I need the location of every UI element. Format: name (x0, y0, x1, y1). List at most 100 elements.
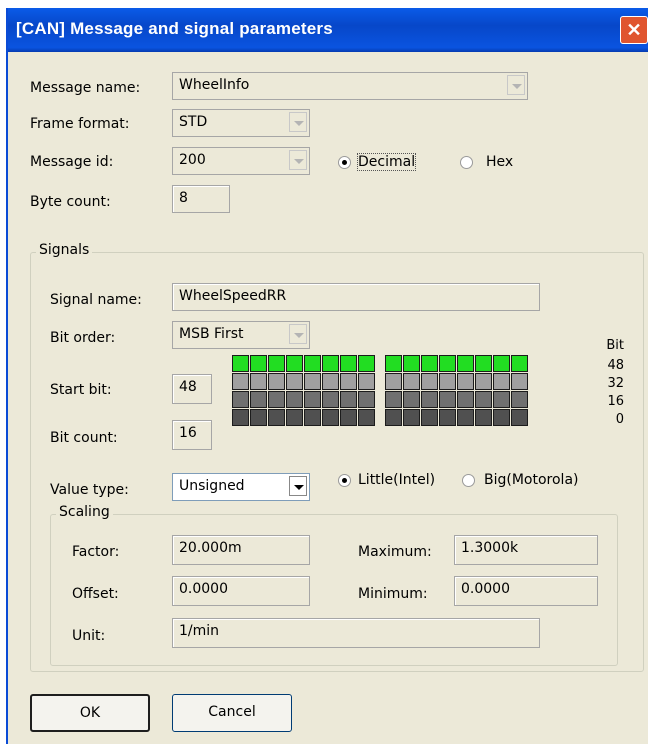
bit-cell[interactable] (493, 373, 510, 390)
bit-cell[interactable] (322, 409, 339, 426)
bit-cell-active[interactable] (475, 355, 492, 372)
unit-field[interactable]: 1/min (172, 618, 540, 648)
start-bit-field[interactable]: 48 (172, 374, 212, 404)
chevron-down-icon[interactable] (289, 476, 307, 496)
bit-cell-active[interactable] (286, 355, 303, 372)
bit-cell[interactable] (304, 391, 321, 408)
bit-cell-active[interactable] (322, 355, 339, 372)
bit-cell[interactable] (475, 409, 492, 426)
bit-cell[interactable] (304, 373, 321, 390)
bit-cell[interactable] (493, 391, 510, 408)
bit-cell[interactable] (511, 391, 528, 408)
ok-button[interactable]: OK (30, 694, 150, 732)
big-endian-label[interactable]: Big(Motorola) (484, 472, 579, 488)
bit-cell-active[interactable] (511, 355, 528, 372)
close-icon[interactable]: ✕ (620, 16, 648, 44)
bit-cell-active[interactable] (493, 355, 510, 372)
bit-cell[interactable] (304, 409, 321, 426)
bit-count-field[interactable]: 16 (172, 420, 212, 450)
offset-field[interactable]: 0.0000 (172, 576, 310, 606)
bit-cell[interactable] (340, 373, 357, 390)
bit-cell-active[interactable] (457, 355, 474, 372)
decimal-radio[interactable] (338, 156, 351, 169)
little-endian-label[interactable]: Little(Intel) (358, 472, 435, 488)
bit-cell-active[interactable] (250, 355, 267, 372)
bit-cell[interactable] (457, 391, 474, 408)
bit-cell[interactable] (322, 391, 339, 408)
maximum-field[interactable]: 1.3000k (454, 535, 598, 565)
bit-cell[interactable] (421, 391, 438, 408)
little-endian-radio[interactable] (338, 474, 351, 487)
bit-cell[interactable] (358, 409, 375, 426)
bit-cell[interactable] (457, 373, 474, 390)
message-id-combo[interactable]: 200 (172, 147, 310, 175)
bit-cell[interactable] (421, 409, 438, 426)
bit-cell[interactable] (268, 391, 285, 408)
bit-cell-active[interactable] (385, 355, 402, 372)
bit-cell[interactable] (493, 409, 510, 426)
bit-cell-active[interactable] (268, 355, 285, 372)
bit-order-value: MSB First (179, 326, 244, 342)
bit-cell-active[interactable] (340, 355, 357, 372)
bit-cell[interactable] (403, 409, 420, 426)
signal-name-field[interactable]: WheelSpeedRR (172, 283, 540, 311)
factor-field[interactable]: 20.000m (172, 535, 310, 565)
bit-cell[interactable] (250, 409, 267, 426)
decimal-label[interactable]: Decimal (356, 153, 417, 171)
minimum-field[interactable]: 0.0000 (454, 576, 598, 606)
chevron-down-icon[interactable] (289, 112, 307, 132)
bit-cell[interactable] (340, 391, 357, 408)
bit-cell[interactable] (286, 409, 303, 426)
bit-row (232, 391, 529, 408)
bit-order-combo[interactable]: MSB First (172, 321, 310, 349)
maximum-label: Maximum: (358, 544, 432, 560)
bit-cell[interactable] (322, 373, 339, 390)
bit-cell-active[interactable] (421, 355, 438, 372)
title-bar[interactable]: [CAN] Message and signal parameters ✕ (8, 8, 648, 52)
chevron-down-icon[interactable] (289, 324, 307, 344)
frame-format-combo[interactable]: STD (172, 109, 310, 137)
bit-cell[interactable] (250, 373, 267, 390)
bit-cell[interactable] (385, 409, 402, 426)
bit-cell-active[interactable] (232, 355, 249, 372)
bit-cell[interactable] (403, 373, 420, 390)
bit-cell[interactable] (232, 373, 249, 390)
bit-cell[interactable] (286, 391, 303, 408)
bit-cell-active[interactable] (358, 355, 375, 372)
bit-cell[interactable] (358, 373, 375, 390)
bit-cell[interactable] (439, 373, 456, 390)
minimum-label: Minimum: (358, 586, 428, 602)
bit-cell[interactable] (439, 409, 456, 426)
big-endian-radio[interactable] (462, 474, 475, 487)
byte-count-field[interactable]: 8 (172, 185, 230, 213)
cancel-button[interactable]: Cancel (172, 694, 292, 732)
bit-cell[interactable] (268, 373, 285, 390)
bit-cell[interactable] (403, 391, 420, 408)
bit-cell[interactable] (457, 409, 474, 426)
window-title: [CAN] Message and signal parameters (16, 19, 333, 38)
message-name-combo[interactable]: WheelInfo (172, 72, 528, 100)
bit-cell[interactable] (475, 373, 492, 390)
hex-radio[interactable] (460, 156, 473, 169)
bit-cell[interactable] (268, 409, 285, 426)
bit-cell[interactable] (340, 409, 357, 426)
bit-cell-active[interactable] (304, 355, 321, 372)
bit-cell[interactable] (250, 391, 267, 408)
bit-cell[interactable] (385, 391, 402, 408)
bit-cell[interactable] (385, 373, 402, 390)
value-type-combo[interactable]: Unsigned (172, 473, 310, 501)
bit-cell-active[interactable] (439, 355, 456, 372)
bit-cell[interactable] (286, 373, 303, 390)
bit-cell[interactable] (421, 373, 438, 390)
bit-cell[interactable] (232, 391, 249, 408)
chevron-down-icon[interactable] (289, 150, 307, 170)
bit-cell[interactable] (511, 409, 528, 426)
bit-cell-active[interactable] (403, 355, 420, 372)
bit-cell[interactable] (475, 391, 492, 408)
bit-cell[interactable] (232, 409, 249, 426)
bit-cell[interactable] (511, 373, 528, 390)
bit-cell[interactable] (439, 391, 456, 408)
chevron-down-icon[interactable] (507, 75, 525, 95)
hex-label[interactable]: Hex (486, 154, 513, 170)
bit-cell[interactable] (358, 391, 375, 408)
